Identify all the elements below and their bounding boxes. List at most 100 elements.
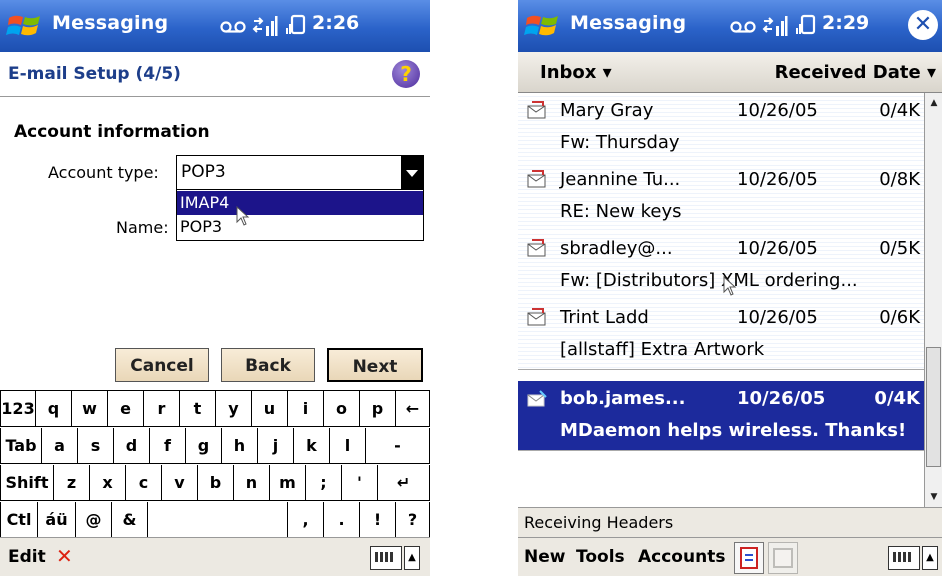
mouse-pointer-icon [723,276,737,296]
key-3-8[interactable]: ; [306,465,342,501]
key-3-1[interactable]: z [54,465,90,501]
mail-unread-icon [527,101,546,119]
message-size: 0/8K [879,169,920,190]
key-1-7[interactable]: u [252,391,288,427]
key-1-6[interactable]: y [216,391,252,427]
key-4-8[interactable]: ? [396,502,430,538]
key-4-3[interactable]: & [112,502,148,538]
tools-menu[interactable]: Tools [576,547,625,567]
message-row[interactable]: bob.james... 10/26/05 0/4K MDaemon helps wi… [518,381,924,451]
key-3-10[interactable]: ↵ [378,465,430,501]
sort-selector[interactable]: Received Date ▾ [775,62,936,83]
arrow-up-icon[interactable]: ▲ [404,546,420,570]
section-title: Account information [14,122,210,142]
connectivity-icon[interactable] [762,12,788,38]
cancel-button[interactable]: Cancel [115,348,209,382]
key-2-2[interactable]: s [78,428,114,464]
key-4-0[interactable]: Ctl [0,502,38,538]
title-bar: Messaging 2:29 ✕ [518,0,942,52]
new-menu[interactable]: New [524,547,565,567]
message-row[interactable]: Mary Gray 10/26/05 0/4K Fw: Thursday [518,93,924,163]
status-text: Receiving Headers [524,513,674,532]
name-label: Name: [116,218,169,237]
key-1-11[interactable]: ← [396,391,430,427]
keyboard-icon[interactable] [370,546,402,570]
scroll-up-icon[interactable]: ▲ [925,93,942,113]
key-2-10[interactable]: - [366,428,430,464]
key-2-1[interactable]: a [42,428,78,464]
folder-selector[interactable]: Inbox ▾ [540,62,612,83]
key-2-5[interactable]: g [186,428,222,464]
key-4-2[interactable]: @ [76,502,112,538]
key-1-9[interactable]: o [324,391,360,427]
key-2-0[interactable]: Tab [0,428,42,464]
send-receive-icon[interactable] [734,542,764,574]
windows-logo-icon[interactable] [6,10,44,42]
message-row[interactable]: sbradley@... 10/26/05 0/5K Fw: [Distributor… [518,231,924,301]
signal-icon[interactable] [284,12,310,38]
key-3-2[interactable]: x [90,465,126,501]
keyboard-icon[interactable] [888,546,920,570]
edit-menu[interactable]: Edit [8,547,46,567]
message-subject: Fw: [Distributors] XML ordering... [560,270,858,291]
scrollbar-thumb[interactable] [926,347,941,467]
help-icon[interactable]: ? [392,60,420,88]
arrow-up-icon[interactable]: ▲ [922,546,938,570]
voicemail-icon[interactable] [730,20,756,34]
account-type-select[interactable]: POP3 [176,155,424,191]
dropdown-option-imap4[interactable]: IMAP4 [177,191,423,215]
delete-icon[interactable]: ✕ [56,544,73,568]
message-size: 0/6K [879,307,920,328]
key-3-6[interactable]: n [234,465,270,501]
scrollbar[interactable]: ▲ ▼ [924,93,942,507]
key-2-7[interactable]: j [258,428,294,464]
key-4-5[interactable]: , [288,502,324,538]
key-3-3[interactable]: c [126,465,162,501]
scroll-down-icon[interactable]: ▼ [925,487,942,507]
key-1-1[interactable]: q [36,391,72,427]
chevron-down-icon[interactable] [401,156,423,190]
signal-icon[interactable] [794,12,820,38]
email-setup-screen: Messaging 2:26 E-mail Setup (4/5) ? Acco… [0,0,430,576]
key-2-9[interactable]: l [330,428,366,464]
title-bar: Messaging 2:26 [0,0,430,52]
key-3-0[interactable]: Shift [0,465,54,501]
key-3-4[interactable]: v [162,465,198,501]
connectivity-icon[interactable] [252,12,278,38]
key-2-8[interactable]: k [294,428,330,464]
space-key[interactable] [148,502,288,538]
close-icon[interactable]: ✕ [908,10,938,40]
inbox-screen: Messaging 2:29 ✕ Inbox ▾ Received Date ▾… [518,0,942,576]
key-4-6[interactable]: . [324,502,360,538]
key-1-0[interactable]: 123 [0,391,36,427]
key-1-2[interactable]: w [72,391,108,427]
key-1-3[interactable]: e [108,391,144,427]
message-row[interactable]: Jeannine Tu... 10/26/05 0/8K RE: New keys [518,162,924,232]
windows-logo-icon[interactable] [524,10,562,42]
key-1-10[interactable]: p [360,391,396,427]
next-button[interactable]: Next [327,348,423,382]
message-row[interactable]: Trint Ladd 10/26/05 0/6K [allstaff] Extra A… [518,300,924,370]
status-time: 2:29 [822,12,870,34]
key-1-4[interactable]: r [144,391,180,427]
key-2-3[interactable]: d [114,428,150,464]
mail-unread-icon [527,170,546,188]
key-1-8[interactable]: i [288,391,324,427]
key-3-7[interactable]: m [270,465,306,501]
back-button[interactable]: Back [221,348,315,382]
key-3-9[interactable]: ' [342,465,378,501]
folder-icon[interactable] [768,542,798,574]
soft-keyboard: 123 q w e r t y u i o p ← Tab a s d f g h j k l - Shift z x c v b n… [0,390,430,539]
app-title: Messaging [570,12,687,34]
key-4-7[interactable]: ! [360,502,396,538]
key-4-1[interactable]: áü [38,502,76,538]
menu-bar: Edit ✕ ▲ [0,537,430,576]
key-3-5[interactable]: b [198,465,234,501]
voicemail-icon[interactable] [220,20,246,34]
key-2-4[interactable]: f [150,428,186,464]
dropdown-option-pop3[interactable]: POP3 [177,215,423,239]
key-2-6[interactable]: h [222,428,258,464]
key-1-5[interactable]: t [180,391,216,427]
status-bar: Receiving Headers [518,507,942,538]
accounts-menu[interactable]: Accounts [638,547,725,567]
